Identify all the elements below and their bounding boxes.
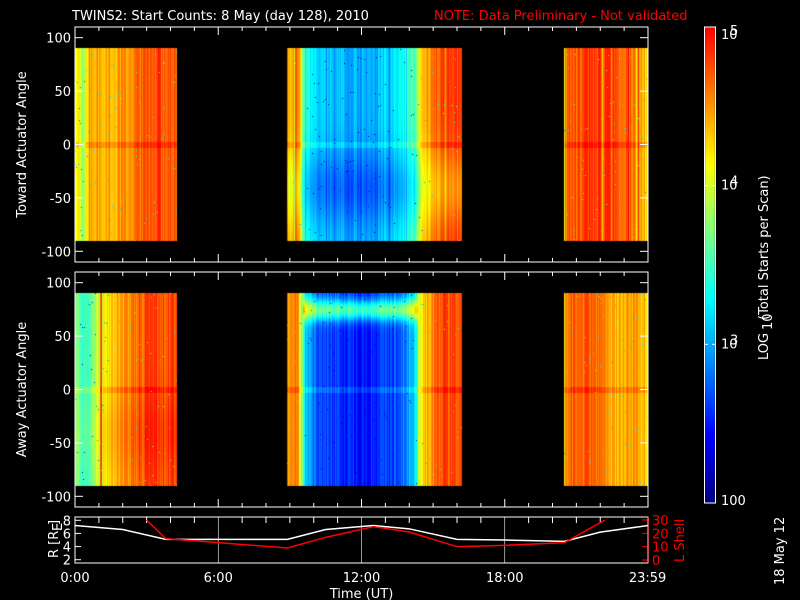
y-tick-label: 100 — [46, 277, 71, 292]
x-axis-label: Time (UT) — [329, 587, 394, 600]
y-tick-label: -50 — [50, 192, 71, 207]
colorbar-tick-exp: 4 — [730, 175, 738, 190]
y-tick-label: 50 — [54, 330, 71, 345]
orbit-right-label: L Shell — [673, 519, 688, 562]
orbit-left-tick-label: 2 — [63, 554, 71, 569]
twins2-start-counts-chart: 100 50 0 -50 -100 Toward Actuator Angle 100 50 0… — [0, 0, 800, 600]
y-tick-label: -50 — [50, 437, 71, 452]
generation-date: 18 May 12 — [773, 517, 788, 585]
x-tick-label: 0:00 — [60, 571, 89, 586]
y-tick-label: 50 — [54, 85, 71, 100]
y-tick-label: 100 — [46, 32, 71, 47]
orbit-series-l-shell — [146, 519, 606, 549]
x-tick-label: 6:00 — [204, 571, 233, 586]
colorbar — [704, 26, 716, 504]
x-tick-label: 12:00 — [343, 571, 380, 586]
y-tick-label: -100 — [41, 490, 71, 505]
colorbar-tick-exp: 3 — [730, 333, 738, 348]
orbit-right-tick-label: 0 — [652, 554, 660, 569]
svg-text:]: ] — [47, 520, 62, 525]
chart-axes: 100500-50-100Toward Actuator Angle100500… — [15, 9, 788, 600]
x-tick-label: 18:00 — [486, 571, 523, 586]
colorbar-tick-exp: 5 — [730, 24, 738, 39]
colorbar-label-rest: (Total Starts per Scan) — [757, 175, 772, 320]
y-tick-label: -100 — [41, 245, 71, 260]
panel-toward-frame — [74, 26, 649, 263]
y-axis-label: Toward Actuator Angle — [15, 71, 30, 218]
x-tick-label: 23:59 — [629, 571, 666, 586]
y-axis-label: Away Actuator Angle — [15, 322, 30, 457]
colorbar-label: LOG10(Total Starts per Scan) — [757, 175, 776, 360]
y-tick-label: 0 — [63, 384, 71, 399]
panel-away-frame — [74, 271, 649, 508]
preliminary-note: NOTE: Data Preliminary - Not validated — [434, 9, 688, 24]
colorbar-tick-label: 100 — [721, 494, 746, 509]
svg-text:R [R: R [R — [47, 531, 62, 558]
colorbar-label-log: LOG — [757, 333, 772, 360]
chart-title: TWINS2: Start Counts: 8 May (day 128), 2… — [71, 9, 369, 24]
y-tick-label: 0 — [63, 139, 71, 154]
